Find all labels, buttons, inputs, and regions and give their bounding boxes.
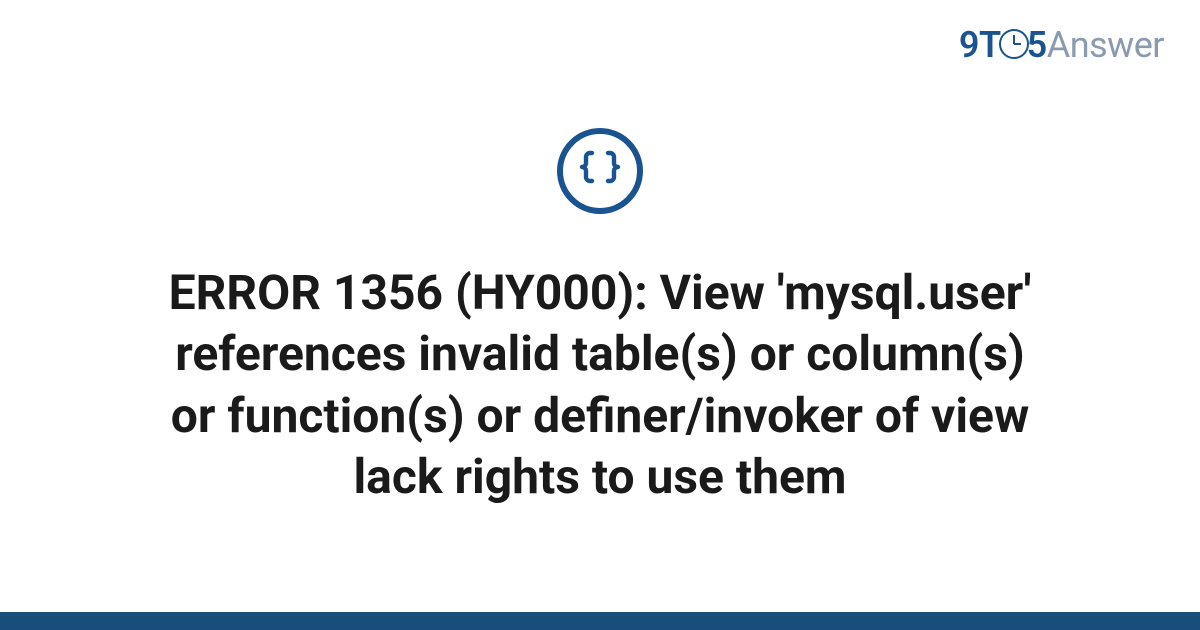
site-logo[interactable]: 9T5Answer [959,24,1164,66]
question-title: ERROR 1356 (HY000): View 'mysql.user' re… [100,262,1100,508]
clock-icon [999,29,1029,59]
logo-part-t: T [979,24,1001,66]
bottom-accent-bar [0,612,1200,630]
logo-part-5: 5 [1027,24,1047,66]
logo-part-9: 9 [959,24,979,66]
code-braces-icon [557,128,643,214]
main-content: ERROR 1356 (HY000): View 'mysql.user' re… [0,128,1200,508]
logo-part-answer: Answer [1047,24,1164,66]
site-header: 9T5Answer [959,24,1164,66]
